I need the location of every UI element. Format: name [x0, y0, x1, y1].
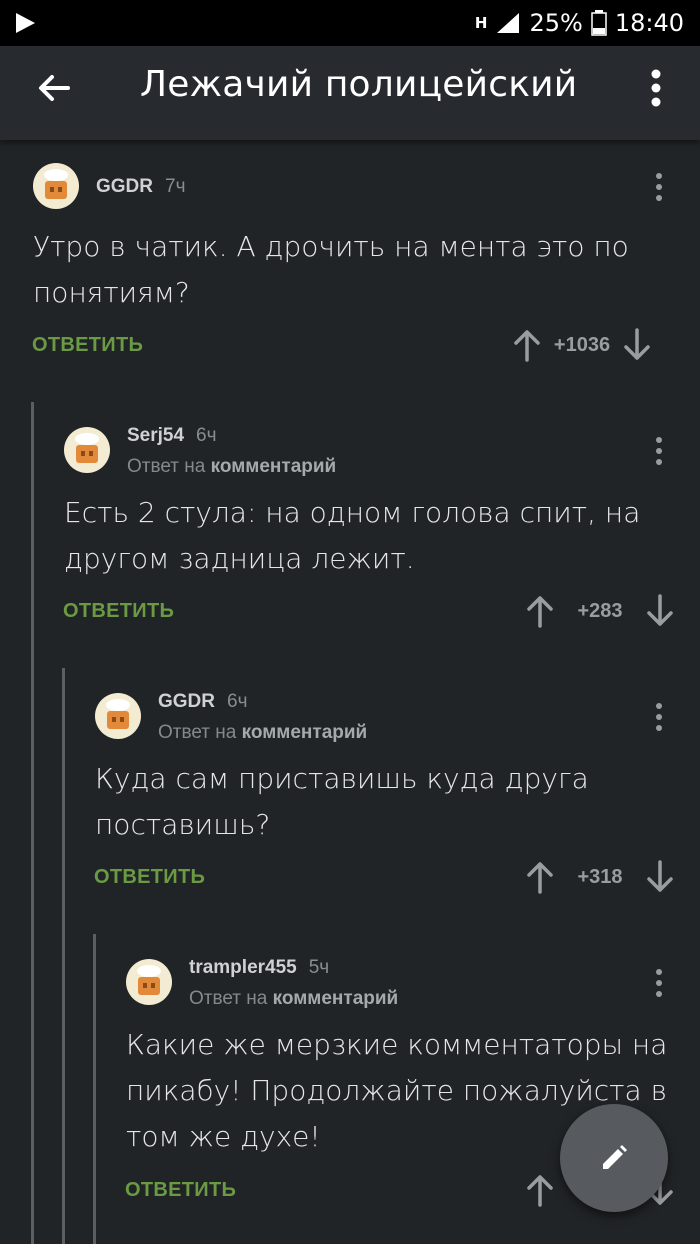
arrow-up-icon[interactable] — [525, 860, 555, 894]
default-avatar-icon — [106, 699, 130, 729]
reply-button[interactable]: ОТВЕТИТЬ — [63, 600, 174, 623]
default-avatar-icon — [44, 169, 68, 199]
reply-to-prefix: Ответ на — [158, 722, 237, 743]
comment-text-line: Есть 2 стула: на одном голова спит, на — [64, 496, 641, 529]
author-name[interactable]: trampler455 — [189, 957, 297, 978]
comment-text-line: понятиям? — [33, 276, 190, 309]
comment-author[interactable]: trampler455 5ч — [189, 957, 329, 979]
reply-to-link[interactable]: комментарий — [211, 456, 337, 477]
comment-time: 6ч — [227, 691, 248, 712]
avatar[interactable] — [126, 959, 172, 1005]
battery-icon — [591, 10, 607, 36]
comment-text-line: поставишь? — [95, 808, 271, 841]
comment-more-icon[interactable] — [649, 436, 669, 466]
author-name[interactable]: GGDR — [96, 176, 153, 197]
comment-author[interactable]: GGDR 6ч — [158, 691, 247, 713]
comment-more-icon[interactable] — [649, 968, 669, 998]
comment-text-line: пикабу! Продолжайте пожалуйста в — [126, 1074, 667, 1107]
author-name[interactable]: Serj54 — [127, 425, 184, 446]
comment-score: +318 — [577, 865, 623, 888]
comment-time: 5ч — [308, 957, 330, 978]
arrow-down-icon[interactable] — [645, 860, 675, 894]
avatar[interactable] — [95, 693, 141, 739]
battery-percent: 25% — [529, 9, 583, 37]
arrow-up-icon[interactable] — [525, 594, 555, 628]
comment-time: 7ч — [165, 176, 186, 197]
comment-score: +1036 — [553, 333, 611, 356]
comment-text: Утро в чатик. А дрочить на мента это по … — [33, 224, 629, 316]
app-bar: Лежачий полицейский — [0, 46, 700, 140]
reply-button[interactable]: ОТВЕТИТЬ — [32, 334, 143, 357]
back-arrow-icon[interactable] — [34, 68, 74, 108]
comment-text-line: другом задница лежит. — [64, 542, 415, 575]
vote-controls: +318 — [525, 860, 675, 894]
comment-more-icon[interactable] — [649, 172, 669, 202]
reply-to-link[interactable]: комментарий — [273, 988, 399, 1009]
comment-text-line: Какие же мерзкие комментаторы на — [126, 1028, 668, 1061]
reply-to-prefix: Ответ на — [127, 456, 206, 477]
comment-more-icon[interactable] — [649, 702, 669, 732]
thread-line — [62, 668, 65, 1244]
arrow-up-icon[interactable] — [525, 1173, 555, 1207]
reply-to-link[interactable]: комментарий — [242, 722, 368, 743]
vote-controls: +283 — [525, 594, 675, 628]
pencil-icon — [603, 1145, 627, 1169]
reply-to-label: Ответ на комментарий — [189, 988, 398, 1010]
avatar[interactable] — [64, 427, 110, 473]
comment-score: +283 — [577, 599, 623, 622]
comment-text-line: Куда сам приставишь куда друга — [95, 762, 589, 795]
network-type: H — [474, 14, 488, 32]
author-name[interactable]: GGDR — [158, 691, 215, 712]
comment-text-line: Утро в чатик. А дрочить на мента это по — [33, 230, 629, 263]
signal-icon — [497, 13, 520, 33]
comment-time: 6ч — [196, 425, 217, 446]
reply-to-prefix: Ответ на — [189, 988, 268, 1009]
comment-author[interactable]: Serj54 6ч — [127, 425, 217, 447]
write-comment-fab[interactable] — [560, 1104, 668, 1212]
reply-button[interactable]: ОТВЕТИТЬ — [94, 866, 205, 889]
more-vertical-icon[interactable] — [642, 66, 670, 110]
reply-to-label: Ответ на комментарий — [158, 722, 367, 744]
thread-line — [93, 934, 96, 1244]
comment-text: Есть 2 стула: на одном голова спит, на д… — [64, 490, 640, 582]
arrow-down-icon[interactable] — [622, 328, 652, 362]
reply-to-label: Ответ на комментарий — [127, 456, 336, 478]
page-title: Лежачий полицейский — [140, 64, 578, 105]
default-avatar-icon — [75, 433, 99, 463]
avatar[interactable] — [33, 163, 79, 209]
arrow-down-icon[interactable] — [645, 594, 675, 628]
status-bar: H 25% 18:40 — [0, 0, 700, 46]
thread-line — [31, 402, 34, 1244]
reply-button[interactable]: ОТВЕТИТЬ — [125, 1179, 236, 1202]
clock: 18:40 — [614, 9, 684, 37]
vote-controls: +1036 — [512, 328, 652, 362]
comment-text: Куда сам приставишь куда друга поставишь… — [95, 756, 589, 848]
play-icon — [16, 13, 35, 33]
default-avatar-icon — [137, 965, 161, 995]
arrow-up-icon[interactable] — [512, 328, 542, 362]
comment-author[interactable]: GGDR 7ч — [96, 176, 185, 198]
